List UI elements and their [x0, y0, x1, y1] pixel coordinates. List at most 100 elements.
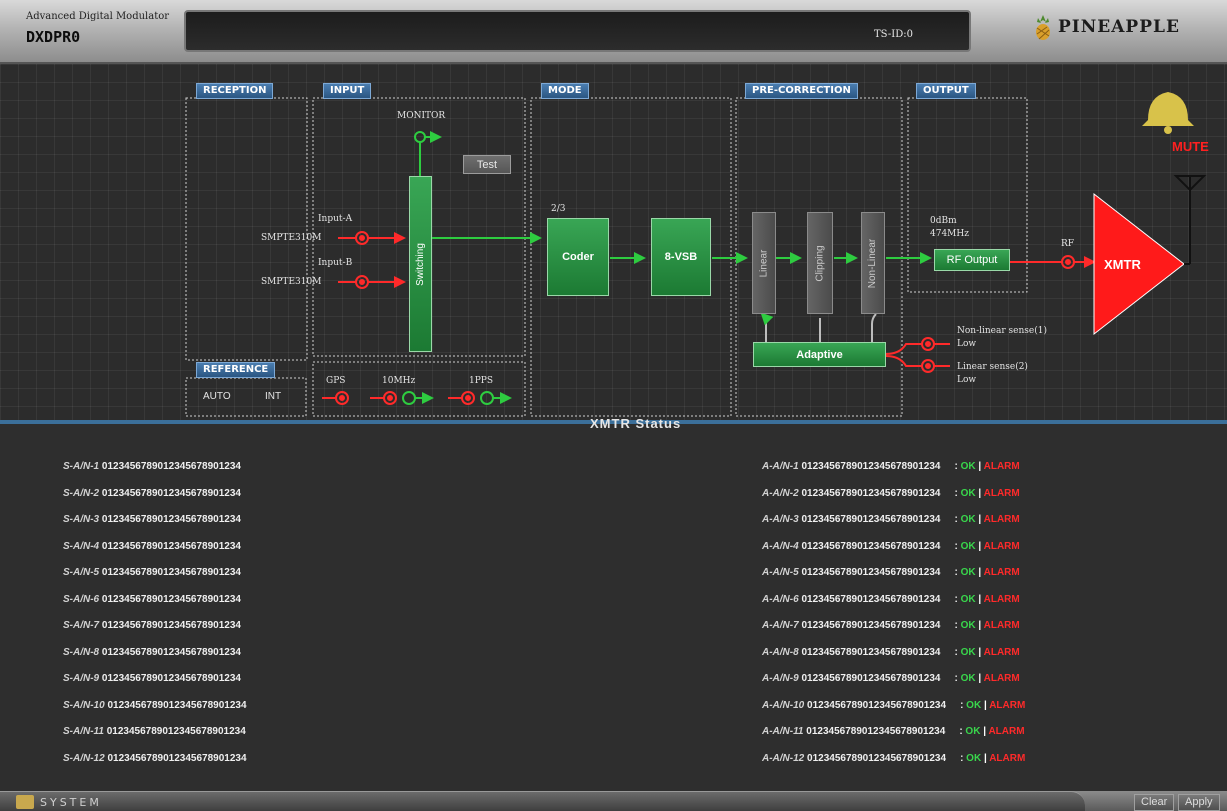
- app-subtitle: Advanced Digital Modulator: [26, 11, 170, 22]
- 8vsb-block[interactable]: 8-VSB: [651, 218, 711, 296]
- header: Advanced Digital Modulator DXDPR0 TS-ID:…: [0, 0, 1227, 64]
- ok-indicator: OK: [960, 646, 976, 658]
- s-status-label: S-A/N-2: [63, 487, 100, 499]
- a-status-row: A-A/N-7 0123456789012345678901234: OK | …: [762, 620, 1020, 631]
- alarm-indicator: ALARM: [989, 699, 1026, 711]
- s-status-row: S-A/N-4 0123456789012345678901234: [63, 541, 241, 552]
- s-status-label: S-A/N-7: [63, 620, 100, 631]
- ok-indicator: OK: [966, 699, 982, 711]
- tab-reception[interactable]: RECEPTION: [196, 83, 274, 99]
- a-status-row: A-A/N-2 0123456789012345678901234: OK | …: [762, 487, 1020, 499]
- s-status-value: 0123456789012345678901234: [101, 487, 241, 499]
- a-status-label: A-A/N-7: [762, 620, 799, 631]
- a-status-value: 0123456789012345678901234: [801, 567, 941, 578]
- signal-flow-lines: [185, 92, 1207, 417]
- clipping-block[interactable]: Clipping: [807, 212, 833, 314]
- pineapple-logo-icon: [1036, 15, 1050, 40]
- mute-label[interactable]: MUTE: [1172, 139, 1209, 154]
- a-status-value: 0123456789012345678901234: [807, 752, 947, 764]
- antenna-icon: [1173, 175, 1207, 265]
- alarm-indicator: ALARM: [983, 540, 1020, 552]
- coder-block[interactable]: Coder: [547, 218, 609, 296]
- alarm-indicator: ALARM: [983, 646, 1020, 658]
- adaptive-block[interactable]: Adaptive: [753, 342, 886, 367]
- tab-reference[interactable]: REFERENCE: [196, 362, 276, 378]
- switching-label: Switching: [415, 242, 426, 286]
- system-icon: [16, 795, 34, 809]
- s-status-label: S-A/N-1: [63, 461, 100, 472]
- a-status-value: 0123456789012345678901234: [801, 620, 941, 631]
- alarm-indicator: ALARM: [983, 620, 1020, 631]
- s-status-value: 0123456789012345678901234: [101, 540, 241, 552]
- reference-source: INT: [265, 391, 282, 402]
- s-status-row: S-A/N-1 0123456789012345678901234: [63, 461, 241, 472]
- s-status-value: 0123456789012345678901234: [101, 620, 241, 631]
- linear-label: Linear: [758, 249, 770, 277]
- nonlinear-sense-label: Non-linear sense(1): [957, 326, 1047, 336]
- ok-indicator: OK: [960, 673, 976, 684]
- linear-block[interactable]: Linear: [752, 212, 776, 314]
- test-button[interactable]: Test: [463, 155, 511, 174]
- alarm-indicator: ALARM: [983, 487, 1020, 499]
- a-status-row: A-A/N-5 0123456789012345678901234: OK | …: [762, 567, 1020, 578]
- a-status-value: 0123456789012345678901234: [801, 514, 941, 525]
- ok-indicator: OK: [960, 514, 976, 525]
- s-status-value: 0123456789012345678901234: [101, 673, 241, 684]
- tab-output[interactable]: OUTPUT: [916, 83, 976, 99]
- alarm-indicator: ALARM: [983, 593, 1020, 605]
- system-label: SYSTEM: [40, 796, 102, 809]
- status-title: XMTR Status: [590, 416, 682, 431]
- clear-button[interactable]: Clear: [1134, 794, 1175, 811]
- a-status-row: A-A/N-8 0123456789012345678901234: OK | …: [762, 646, 1020, 658]
- rf-label: RF: [1061, 239, 1075, 249]
- output-power: 0dBm: [930, 216, 957, 226]
- apply-button[interactable]: Apply: [1178, 794, 1220, 811]
- a-status-value: 0123456789012345678901234: [801, 673, 941, 684]
- xmtr-status-panel: XMTR Status S-A/N-1 01234567890123456789…: [0, 416, 1227, 791]
- system-tab[interactable]: SYSTEM: [0, 791, 1085, 811]
- brand-logo: PINEAPPLE: [1032, 12, 1180, 42]
- nonlinear-label: Non-Linear: [867, 238, 879, 288]
- tab-input[interactable]: INPUT: [323, 83, 372, 99]
- a-status-row: A-A/N-9 0123456789012345678901234: OK | …: [762, 673, 1020, 684]
- s-status-value: 0123456789012345678901234: [101, 567, 241, 578]
- ok-indicator: OK: [960, 567, 976, 578]
- s-status-row: S-A/N-3 0123456789012345678901234: [63, 514, 241, 525]
- alarm-indicator: ALARM: [983, 567, 1020, 578]
- a-status-label: A-A/N-2: [762, 487, 799, 499]
- tab-mode[interactable]: MODE: [541, 83, 589, 99]
- s-status-value: 0123456789012345678901234: [106, 726, 246, 737]
- a-status-row: A-A/N-11 0123456789012345678901234: OK |…: [762, 726, 1025, 737]
- alarm-indicator: ALARM: [988, 726, 1025, 737]
- a-status-label: A-A/N-4: [762, 540, 799, 552]
- rf-output-block[interactable]: RF Output: [934, 249, 1010, 271]
- a-status-row: A-A/N-12 0123456789012345678901234: OK |…: [762, 752, 1026, 764]
- a-status-value: 0123456789012345678901234: [801, 646, 941, 658]
- ok-indicator: OK: [960, 593, 976, 605]
- a-status-label: A-A/N-12: [762, 752, 805, 764]
- a-status-value: 0123456789012345678901234: [801, 487, 941, 499]
- switching-block[interactable]: Switching: [409, 176, 432, 352]
- nonlinear-block[interactable]: Non-Linear: [861, 212, 885, 314]
- a-status-label: A-A/N-8: [762, 646, 799, 658]
- output-frequency: 474MHz: [930, 229, 969, 239]
- input-a-label: Input-A: [318, 214, 353, 224]
- tab-precorrection[interactable]: PRE-CORRECTION: [745, 83, 858, 99]
- s-status-row: S-A/N-11 0123456789012345678901234: [63, 726, 246, 737]
- a-status-label: A-A/N-1: [762, 461, 799, 472]
- brand-name: PINEAPPLE: [1058, 17, 1180, 37]
- linear-sense-value: Low: [957, 375, 977, 385]
- ok-indicator: OK: [960, 487, 976, 499]
- s-status-value: 0123456789012345678901234: [101, 461, 241, 472]
- xmtr-label[interactable]: XMTR: [1104, 257, 1141, 272]
- linear-sense-label: Linear sense(2): [957, 362, 1028, 372]
- a-status-value: 0123456789012345678901234: [806, 726, 946, 737]
- ts-id: TS-ID:0: [874, 29, 913, 40]
- monitor-label: MONITOR: [397, 111, 446, 121]
- a-status-label: A-A/N-10: [762, 699, 805, 711]
- 10mhz-label: 10MHz: [382, 376, 416, 386]
- s-status-value: 0123456789012345678901234: [107, 699, 247, 711]
- s-status-label: S-A/N-4: [63, 540, 100, 552]
- s-status-label: S-A/N-10: [63, 699, 105, 711]
- a-status-label: A-A/N-3: [762, 514, 799, 525]
